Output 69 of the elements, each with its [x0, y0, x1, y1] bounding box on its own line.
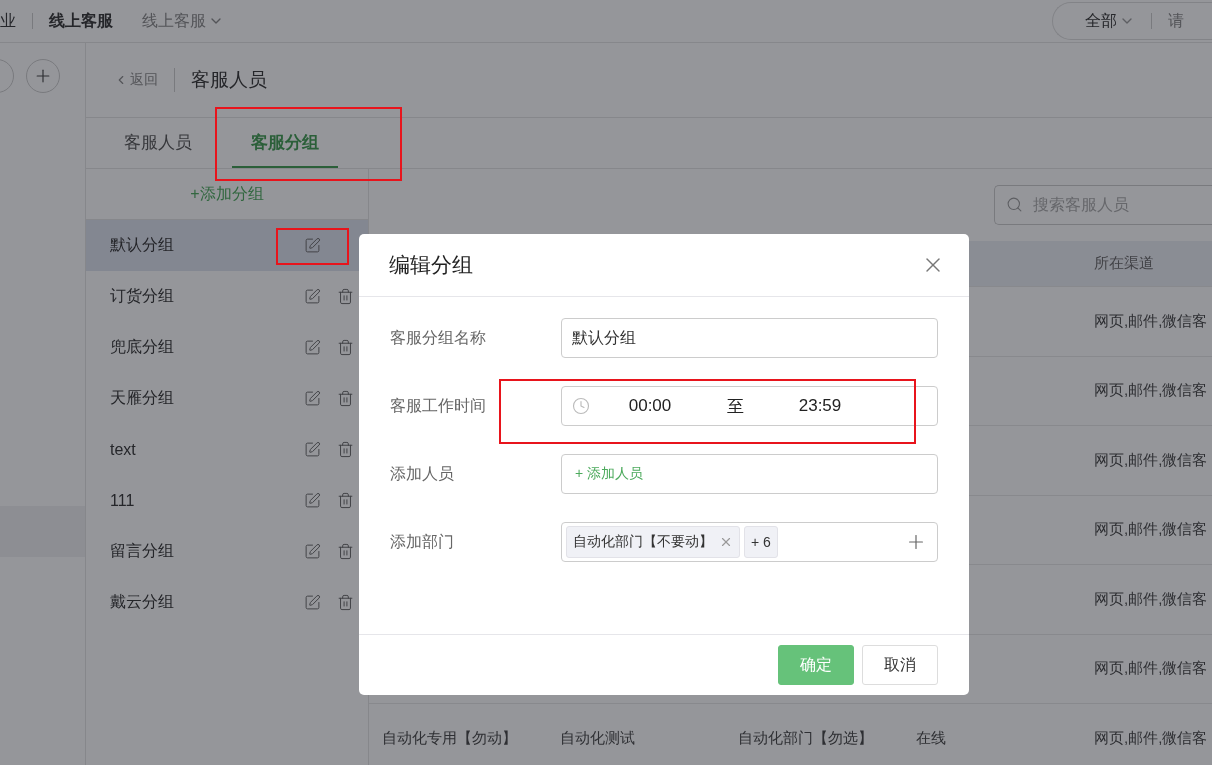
delete-icon[interactable] [337, 339, 354, 356]
department-tag: 自动化部门【不要动】 [566, 526, 740, 558]
delete-icon[interactable] [337, 492, 354, 509]
edit-icon[interactable] [304, 237, 321, 254]
group-name: 111 [110, 491, 136, 510]
field-label: 添加部门 [390, 531, 455, 552]
member-picker[interactable]: + 添加人员 [561, 454, 938, 494]
dialog-title: 编辑分组 [389, 252, 473, 278]
group-name: 兜底分组 [110, 337, 175, 357]
group-item[interactable]: 兜底分组 [86, 322, 368, 373]
time-range-field[interactable]: 00:00 至 23:59 [561, 386, 938, 426]
delete-icon[interactable] [337, 594, 354, 611]
group-item[interactable]: 天雁分组 [86, 373, 368, 424]
group-name: text [110, 440, 137, 459]
add-button[interactable] [26, 59, 60, 93]
group-item[interactable]: 111 [86, 475, 368, 526]
delete-icon[interactable] [337, 288, 354, 305]
delete-icon[interactable] [337, 390, 354, 407]
column-header: 所在渠道 [1094, 254, 1155, 273]
breadcrumb[interactable]: 业 [0, 10, 16, 32]
table-cell-text: 自动化专用【勿动】 [382, 728, 518, 748]
department-tag: + 6 [744, 526, 778, 558]
group-item[interactable]: 戴云分组 [86, 577, 368, 628]
group-name: 天雁分组 [110, 388, 175, 408]
edit-icon[interactable] [304, 492, 321, 509]
edit-icon[interactable] [304, 390, 321, 407]
group-name: 留言分组 [110, 541, 175, 561]
field-label: 客服分组名称 [390, 327, 487, 348]
end-time: 23:59 [797, 396, 843, 416]
filter-dropdown[interactable]: 全部 [1085, 10, 1135, 32]
group-item[interactable]: 留言分组 [86, 526, 368, 577]
table-cell-text: 在线 [916, 728, 947, 748]
department-picker[interactable]: 自动化部门【不要动】 + 6 [561, 522, 938, 562]
add-member-link[interactable]: + 添加人员 [572, 465, 644, 483]
start-time: 00:00 [627, 396, 673, 416]
group-name: 戴云分组 [110, 592, 175, 612]
group-item[interactable]: 默认分组 [86, 220, 368, 271]
table-cell-text: 网页,邮件,微信客 [1094, 589, 1209, 609]
remove-icon[interactable] [719, 535, 733, 549]
search-hint: 请 [1168, 10, 1184, 31]
tab[interactable]: 客服人员 [124, 118, 192, 168]
table-cell-text: 网页,邮件,微信客 [1094, 659, 1209, 679]
edit-icon[interactable] [304, 288, 321, 305]
search-icon [1006, 196, 1023, 213]
group-name: 订货分组 [110, 286, 175, 306]
field-label: 客服工作时间 [390, 395, 487, 416]
range-separator: 至 [725, 395, 745, 418]
group-name: 默认分组 [110, 235, 175, 255]
cancel-button[interactable]: 取消 [862, 645, 938, 685]
page-title: 线上客服 [49, 10, 113, 31]
delete-icon[interactable] [337, 441, 354, 458]
clock-icon [572, 397, 590, 415]
edit-icon[interactable] [304, 543, 321, 560]
group-item[interactable]: 订货分组 [86, 271, 368, 322]
table-cell-text: 网页,邮件,微信客 [1094, 450, 1209, 470]
table-cell-text: 自动化测试 [560, 728, 636, 748]
table-cell-text: 网页,邮件,微信客 [1094, 520, 1209, 540]
table-cell-text: 自动化部门【勿选】 [738, 728, 874, 748]
table-cell-text: 网页,邮件,微信客 [1094, 728, 1209, 748]
name-field[interactable]: 默认分组 [561, 318, 938, 358]
table-cell-text: 网页,邮件,微信客 [1094, 381, 1209, 401]
group-item[interactable]: text [86, 424, 368, 475]
table-cell-text: 网页,邮件,微信客 [1094, 311, 1209, 331]
field-label: 添加人员 [390, 463, 455, 484]
delete-icon[interactable] [337, 543, 354, 560]
edit-icon[interactable] [304, 594, 321, 611]
section-title: 客服人员 [191, 68, 267, 92]
edit-icon[interactable] [304, 441, 321, 458]
edit-icon[interactable] [304, 339, 321, 356]
